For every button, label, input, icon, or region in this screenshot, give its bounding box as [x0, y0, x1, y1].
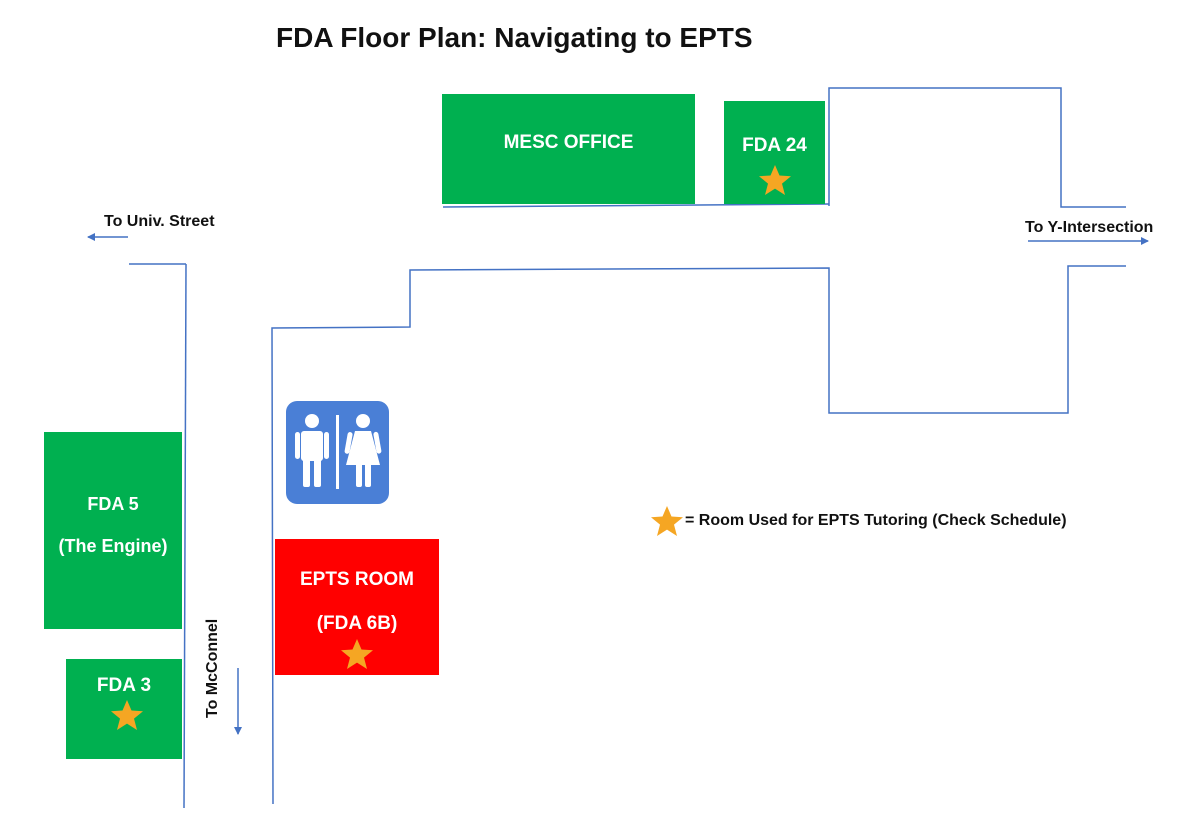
room-mesc-office: MESC OFFICE [442, 94, 695, 204]
star-icon [759, 165, 791, 195]
room-fda24: FDA 24 [724, 101, 825, 204]
restroom-figures [295, 414, 382, 489]
room-fda24-label: FDA 24 [742, 135, 807, 156]
room-mesc-office-label: MESC OFFICE [503, 132, 634, 153]
direction-univ-street: To Univ. Street [104, 213, 215, 230]
room-epts: EPTS ROOM (FDA 6B) [275, 539, 439, 675]
star-icon [341, 639, 373, 669]
legend: = Room Used for EPTS Tutoring (Check Sch… [650, 505, 1067, 537]
direction-mcconnel: To McConnel [204, 618, 221, 718]
corridor-top-wall [442, 203, 830, 208]
room-epts-label: EPTS ROOM [299, 569, 414, 590]
restroom-icon [286, 401, 389, 504]
left-vertical-wall [183, 263, 187, 809]
room-fda5: FDA 5 (The Engine) [44, 432, 182, 629]
room-fda3: FDA 3 [66, 659, 182, 759]
room-fda5-sublabel: (The Engine) [58, 536, 168, 556]
star-icon [651, 506, 683, 536]
room-fda3-label: FDA 3 [96, 675, 152, 696]
star-icon [111, 700, 143, 730]
direction-y-intersection: To Y-Intersection [1025, 219, 1154, 236]
legend-text: = Room Used for EPTS Tutoring (Check Sch… [685, 512, 1067, 529]
corridor-right-wall [828, 87, 1126, 208]
room-fda5-label: FDA 5 [87, 494, 139, 514]
page-title: FDA Floor Plan: Navigating to EPTS [276, 22, 753, 53]
room-epts-sublabel: (FDA 6B) [316, 613, 398, 634]
